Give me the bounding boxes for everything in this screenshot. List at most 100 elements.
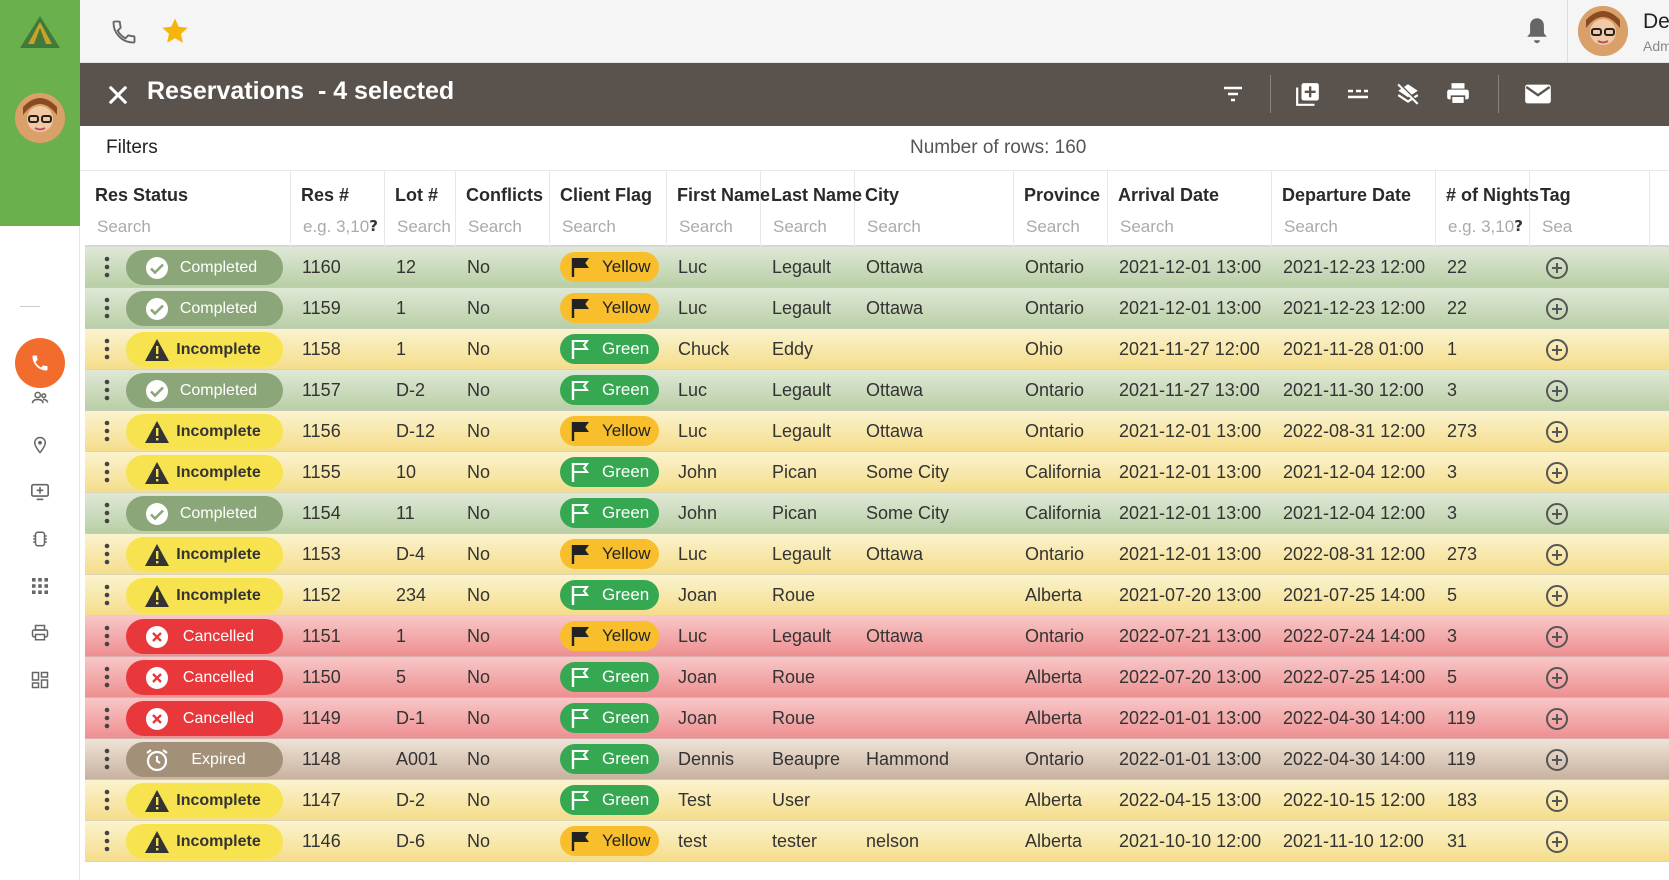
kebab-menu-icon[interactable] [99, 665, 115, 689]
column-label[interactable]: Last Name [771, 185, 862, 206]
column-search-input[interactable]: Search [1120, 217, 1174, 237]
table-row[interactable]: Cancelled 1150 5 No Joan Roue Alberta 2022-07-2… [85, 657, 1669, 698]
kebab-menu-icon[interactable] [99, 788, 115, 812]
column-label[interactable]: Res Status [95, 185, 188, 206]
rail-avatar[interactable] [15, 93, 65, 143]
status-badge[interactable]: Completed [126, 291, 283, 326]
column-label[interactable]: First Name [677, 185, 770, 206]
column-label[interactable]: Lot # [395, 185, 438, 206]
status-badge[interactable]: Completed [126, 250, 283, 285]
kebab-menu-icon[interactable] [99, 829, 115, 853]
kebab-menu-icon[interactable] [99, 542, 115, 566]
column-label[interactable]: Departure Date [1282, 185, 1411, 206]
column-search-input[interactable]: Search [1284, 217, 1338, 237]
column-search-input[interactable]: Search [1026, 217, 1080, 237]
help-icon[interactable]: ? [1514, 217, 1523, 235]
status-badge[interactable]: Incomplete [126, 455, 283, 490]
table-row[interactable]: Incomplete 1153 D-4 No Luc Legault Ottawa Ontar… [85, 534, 1669, 575]
add-tag-icon[interactable] [1545, 461, 1569, 485]
add-tag-icon[interactable] [1545, 830, 1569, 854]
kebab-menu-icon[interactable] [99, 460, 115, 484]
client-flag-badge[interactable]: Yellow [560, 621, 659, 651]
add-tag-icon[interactable] [1545, 666, 1569, 690]
table-row[interactable]: Incomplete 1146 D-6 No test tester nelson Alber… [85, 821, 1669, 862]
help-icon[interactable]: ? [369, 217, 378, 235]
table-row[interactable]: Incomplete 1152 234 No Joan Roue Alberta 2021-0… [85, 575, 1669, 616]
table-row[interactable]: Completed 1157 D-2 No Luc Legault Ottawa Ontari… [85, 370, 1669, 411]
client-flag-badge[interactable]: Yellow [560, 293, 659, 323]
column-search-input[interactable]: e.g. 3,10 [303, 217, 369, 237]
kebab-menu-icon[interactable] [99, 624, 115, 648]
add-tag-icon[interactable] [1545, 748, 1569, 772]
status-badge[interactable]: Cancelled [126, 619, 283, 654]
status-badge[interactable]: Incomplete [126, 578, 283, 613]
kebab-menu-icon[interactable] [99, 706, 115, 730]
kebab-menu-icon[interactable] [99, 419, 115, 443]
status-badge[interactable]: Expired [126, 742, 283, 777]
column-label[interactable]: Res # [301, 185, 349, 206]
client-flag-badge[interactable]: Green [560, 498, 659, 528]
client-flag-badge[interactable]: Green [560, 785, 659, 815]
column-label[interactable]: Client Flag [560, 185, 652, 206]
bell-icon[interactable] [1523, 16, 1551, 46]
star-icon[interactable] [160, 16, 190, 46]
chip-icon[interactable] [28, 527, 52, 551]
status-badge[interactable]: Incomplete [126, 783, 283, 818]
kebab-menu-icon[interactable] [99, 378, 115, 402]
column-search-input[interactable]: Search [562, 217, 616, 237]
column-search-input[interactable]: Search [679, 217, 733, 237]
client-flag-badge[interactable]: Green [560, 744, 659, 774]
status-badge[interactable]: Completed [126, 496, 283, 531]
add-tag-icon[interactable] [1545, 420, 1569, 444]
client-flag-badge[interactable]: Yellow [560, 539, 659, 569]
column-search-input[interactable]: Sea [1542, 217, 1572, 237]
column-search-input[interactable]: e.g. 3,10 [1448, 217, 1514, 237]
filter-icon[interactable] [1218, 79, 1248, 109]
client-flag-badge[interactable]: Green [560, 334, 659, 364]
table-row[interactable]: Completed 1160 12 No Luc Legault Ottawa Ontario… [85, 247, 1669, 288]
kebab-menu-icon[interactable] [99, 501, 115, 525]
table-row[interactable]: Incomplete 1156 D-12 No Luc Legault Ottawa Onta… [85, 411, 1669, 452]
column-search-input[interactable]: Search [468, 217, 522, 237]
column-label[interactable]: City [865, 185, 899, 206]
table-row[interactable]: Incomplete 1158 1 No Chuck Eddy Ohio 2021-11-27… [85, 329, 1669, 370]
add-tag-icon[interactable] [1545, 543, 1569, 567]
add-tag-icon[interactable] [1545, 379, 1569, 403]
dashes-icon[interactable] [1343, 79, 1373, 109]
column-label[interactable]: Province [1024, 185, 1100, 206]
kebab-menu-icon[interactable] [99, 296, 115, 320]
status-badge[interactable]: Incomplete [126, 537, 283, 572]
add-tag-icon[interactable] [1545, 707, 1569, 731]
status-badge[interactable]: Cancelled [126, 660, 283, 695]
mail-icon[interactable] [1523, 79, 1553, 109]
column-label[interactable]: Conflicts [466, 185, 543, 206]
column-search-input[interactable]: Search [867, 217, 921, 237]
user-name[interactable]: De [1643, 10, 1669, 34]
status-badge[interactable]: Incomplete [126, 824, 283, 859]
client-flag-badge[interactable]: Green [560, 703, 659, 733]
status-badge[interactable]: Completed [126, 373, 283, 408]
close-icon[interactable] [104, 81, 132, 109]
add-tag-icon[interactable] [1545, 297, 1569, 321]
table-row[interactable]: Completed 1159 1 No Luc Legault Ottawa Ontario 2… [85, 288, 1669, 329]
add-tag-icon[interactable] [1545, 502, 1569, 526]
add-box-icon[interactable] [1293, 79, 1323, 109]
add-tag-icon[interactable] [1545, 584, 1569, 608]
people-icon[interactable] [28, 386, 52, 410]
client-flag-badge[interactable]: Green [560, 375, 659, 405]
printer-icon[interactable] [1443, 79, 1473, 109]
table-row[interactable]: Incomplete 1147 D-2 No Test User Alberta 2022-0… [85, 780, 1669, 821]
kebab-menu-icon[interactable] [99, 747, 115, 771]
add-screen-icon[interactable] [28, 480, 52, 504]
client-flag-badge[interactable]: Green [560, 457, 659, 487]
phone-icon[interactable] [110, 18, 138, 46]
status-badge[interactable]: Incomplete [126, 414, 283, 449]
kebab-menu-icon[interactable] [99, 337, 115, 361]
client-flag-badge[interactable]: Yellow [560, 416, 659, 446]
table-row[interactable]: Completed 1154 11 No John Pican Some City Calif… [85, 493, 1669, 534]
column-search-input[interactable]: Search [397, 217, 451, 237]
layers-off-icon[interactable] [1393, 79, 1423, 109]
location-pin-icon[interactable] [28, 433, 52, 457]
column-label[interactable]: # of Nights [1446, 185, 1539, 206]
dashboard-icon[interactable] [28, 668, 52, 692]
